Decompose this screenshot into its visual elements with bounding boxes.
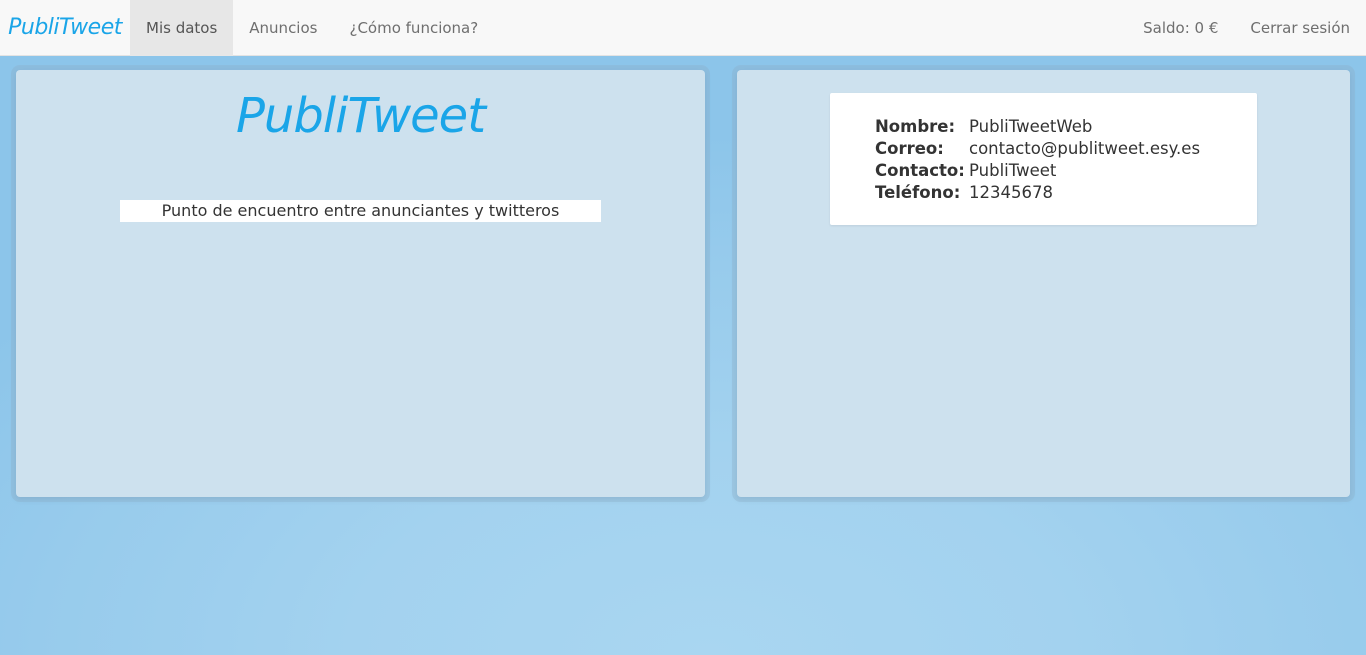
publitweet-logo: PubliTweet	[235, 88, 486, 144]
user-info-card: Nombre: PubliTweetWeb Correo: contacto@p…	[830, 93, 1257, 225]
top-navbar: PubliTweet Mis datos Anuncios ¿Cómo func…	[0, 0, 1366, 56]
balance-link[interactable]: Saldo: 0 €	[1127, 0, 1234, 56]
info-row-contacto: Contacto: PubliTweet	[875, 160, 1200, 182]
info-row-telefono: Teléfono: 12345678	[875, 182, 1200, 204]
logout-link[interactable]: Cerrar sesión	[1234, 0, 1366, 56]
correo-value: contacto@publitweet.esy.es	[969, 139, 1201, 158]
user-info-table: Nombre: PubliTweetWeb Correo: contacto@p…	[875, 116, 1200, 204]
intro-panel: PubliTweet Punto de encuentro entre anun…	[16, 70, 705, 497]
navbar-right: Saldo: 0 € Cerrar sesión	[1127, 0, 1366, 56]
nombre-label: Nombre:	[875, 117, 956, 136]
info-row-correo: Correo: contacto@publitweet.esy.es	[875, 138, 1200, 160]
brand-logo[interactable]: PubliTweet	[0, 0, 130, 56]
nav-anuncios[interactable]: Anuncios	[233, 0, 333, 56]
user-data-panel: Nombre: PubliTweetWeb Correo: contacto@p…	[737, 70, 1350, 497]
tagline: Punto de encuentro entre anunciantes y t…	[120, 200, 601, 222]
contacto-value: PubliTweet	[969, 161, 1057, 180]
contacto-label: Contacto:	[875, 161, 965, 180]
info-row-nombre: Nombre: PubliTweetWeb	[875, 116, 1200, 138]
correo-label: Correo:	[875, 139, 944, 158]
telefono-value: 12345678	[969, 183, 1053, 202]
nav-mis-datos[interactable]: Mis datos	[130, 0, 234, 56]
nav-como-funciona[interactable]: ¿Cómo funciona?	[333, 0, 494, 56]
nombre-value: PubliTweetWeb	[969, 117, 1093, 136]
telefono-label: Teléfono:	[875, 183, 961, 202]
